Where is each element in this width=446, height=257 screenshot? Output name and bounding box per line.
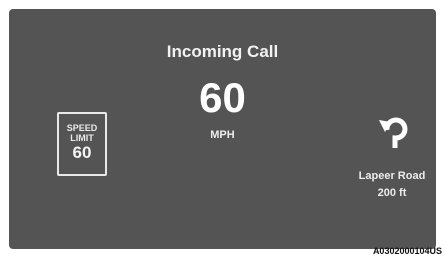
speed-limit-value: 60: [72, 143, 92, 162]
speed-limit-label-speed: SPEED: [66, 123, 98, 133]
figure-id-label: A0302000104US: [372, 246, 442, 256]
display-screen: Incoming Call 60 MPH SPEED LIMIT 60 Lape…: [9, 9, 436, 249]
speed-limit-label-limit: LIMIT: [70, 133, 94, 143]
u-turn-left-arrow-icon: [377, 110, 413, 150]
nav-road-name: Lapeer Road: [358, 170, 426, 182]
incoming-call-title: Incoming Call: [166, 42, 279, 61]
nav-distance: 200 ft: [377, 187, 407, 199]
speed-limit-sign: SPEED LIMIT 60: [57, 112, 107, 176]
